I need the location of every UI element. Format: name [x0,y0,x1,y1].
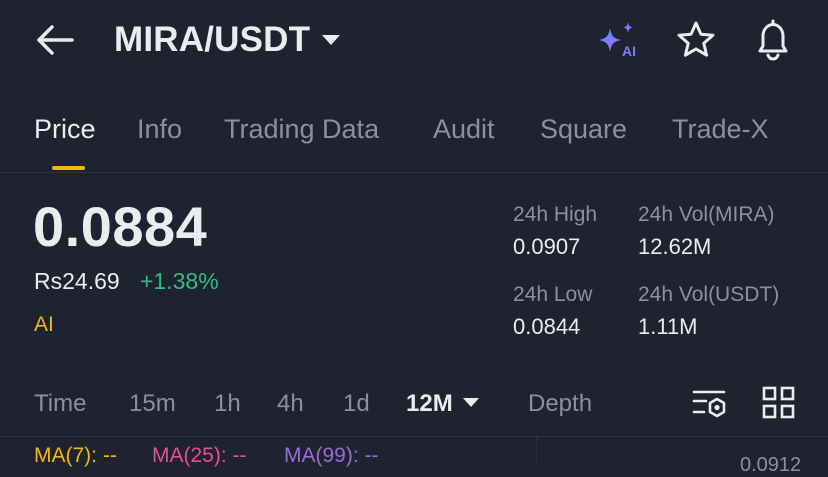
high-24h-value: 0.0907 [513,234,581,259]
low-24h-label: 24h Low [513,283,593,306]
chart-price-axis-divider [536,437,537,464]
fiat-price: Rs24.69 [34,268,120,294]
top-bar: MIRA/USDT AI [0,0,828,80]
pair-selector[interactable]: MIRA/USDT [114,20,341,60]
timeframe-15m[interactable]: 15m [129,390,176,418]
timeframe-1d[interactable]: 1d [343,390,370,418]
tab-trade-x[interactable]: Trade-X [672,114,769,145]
favorite-star-icon[interactable] [676,20,716,60]
vol-base-24h-value: 12.62M [638,234,712,259]
tab-audit[interactable]: Audit [433,114,495,145]
low-24h-value: 0.0844 [513,314,581,339]
section-tabs: Price Info Trading Data Audit Square Tra… [0,110,828,173]
ai-sparkle-icon[interactable]: AI [594,20,640,60]
timeframe-12m-label: 12M [406,390,453,417]
timeframe-4h[interactable]: 4h [277,390,304,418]
notification-bell-icon[interactable] [752,18,794,62]
ma25-legend: MA(25): -- [152,444,247,467]
ai-badge-text: AI [622,43,636,59]
ma99-legend: MA(99): -- [284,444,379,467]
chevron-down-icon [462,398,479,408]
vol-base-24h-label: 24h Vol(MIRA) [638,203,775,226]
timeframe-time[interactable]: Time [34,390,86,418]
indicator-settings-icon[interactable] [692,386,728,422]
tab-info[interactable]: Info [137,114,182,145]
chevron-down-icon [322,35,341,45]
pair-name: MIRA/USDT [114,20,311,59]
chart-top-divider [0,436,828,437]
tab-trading-data[interactable]: Trading Data [224,114,379,145]
price-axis-value: 0.0912 [740,454,802,476]
tab-price[interactable]: Price [34,114,96,145]
active-tab-indicator [52,166,85,170]
price-change-percent: +1.38% [140,268,219,294]
ma7-legend: MA(7): -- [34,444,117,467]
timeframe-12m-dropdown[interactable]: 12M [406,390,479,418]
tab-square[interactable]: Square [540,114,627,145]
layout-grid-icon[interactable] [762,386,796,420]
timeframe-depth[interactable]: Depth [528,390,592,418]
timeframe-1h[interactable]: 1h [214,390,241,418]
category-tag[interactable]: AI [34,313,54,337]
vol-quote-24h-label: 24h Vol(USDT) [638,283,780,306]
high-24h-label: 24h High [513,203,598,226]
back-arrow-icon[interactable] [34,22,76,58]
vol-quote-24h-value: 1.11M [638,314,698,339]
last-price: 0.0884 [33,195,208,258]
